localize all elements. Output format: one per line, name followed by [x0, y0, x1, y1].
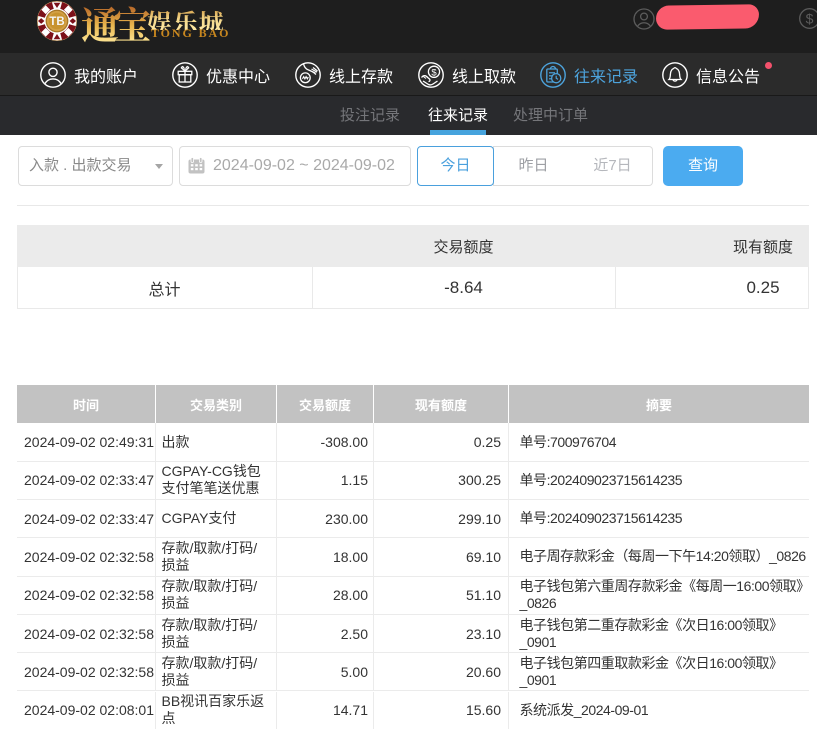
- svg-text:TB: TB: [49, 16, 64, 28]
- svg-text:$: $: [806, 11, 814, 27]
- svg-text:$: $: [431, 67, 437, 78]
